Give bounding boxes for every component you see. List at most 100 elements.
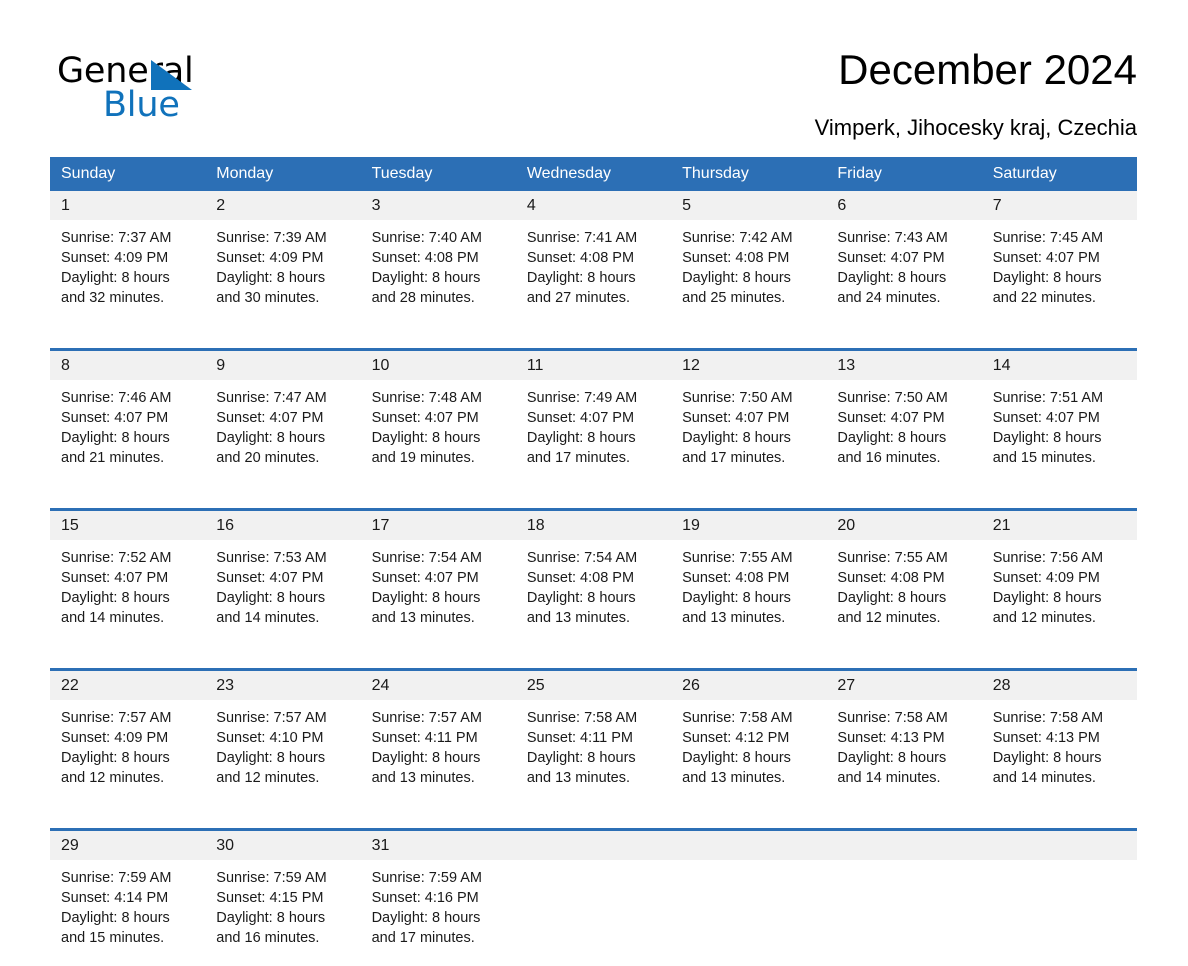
daylight-text-line2: and 32 minutes. — [61, 290, 165, 306]
day-cell[interactable]: Sunrise: 7:48 AM Sunset: 4:07 PM Dayligh… — [361, 380, 516, 486]
day-cell[interactable]: Sunrise: 7:57 AM Sunset: 4:09 PM Dayligh… — [50, 700, 205, 806]
daylight-text-line2: and 15 minutes. — [992, 450, 1096, 466]
day-cell[interactable]: Sunrise: 7:56 AM Sunset: 4:09 PM Dayligh… — [982, 540, 1137, 646]
day-cell[interactable]: Sunrise: 7:43 AM Sunset: 4:07 PM Dayligh… — [826, 220, 981, 326]
logo-text-blue: Blue — [103, 85, 180, 125]
day-cell[interactable]: Sunrise: 7:54 AM Sunset: 4:07 PM Dayligh… — [361, 540, 516, 646]
day-cell[interactable]: Sunrise: 7:58 AM Sunset: 4:12 PM Dayligh… — [671, 700, 826, 806]
day-number[interactable]: 1 — [50, 191, 206, 220]
day-cell[interactable]: Sunrise: 7:55 AM Sunset: 4:08 PM Dayligh… — [826, 540, 981, 646]
day-cell[interactable]: Sunrise: 7:52 AM Sunset: 4:07 PM Dayligh… — [50, 540, 205, 646]
day-cell[interactable]: Sunrise: 7:41 AM Sunset: 4:08 PM Dayligh… — [516, 220, 671, 326]
day-cell[interactable]: Sunrise: 7:40 AM Sunset: 4:08 PM Dayligh… — [361, 220, 516, 326]
general-blue-logo[interactable]: General Blue — [57, 52, 317, 130]
day-number[interactable]: 31 — [360, 831, 516, 860]
day-cell[interactable]: Sunrise: 7:59 AM Sunset: 4:14 PM Dayligh… — [50, 860, 205, 966]
day-cell[interactable]: Sunrise: 7:58 AM Sunset: 4:11 PM Dayligh… — [516, 700, 671, 806]
daylight-text-line2: and 27 minutes. — [526, 290, 631, 306]
day-number[interactable]: 15 — [50, 511, 206, 540]
sunset-text: Sunset: 4:07 PM — [837, 410, 945, 426]
day-number[interactable]: 11 — [515, 351, 672, 380]
day-number[interactable]: 23 — [205, 671, 361, 700]
day-cell[interactable]: Sunrise: 7:45 AM Sunset: 4:07 PM Dayligh… — [982, 220, 1137, 326]
day-number[interactable]: 14 — [981, 351, 1137, 380]
day-number[interactable]: 18 — [515, 511, 672, 540]
day-number[interactable]: 30 — [205, 831, 361, 860]
daylight-text-line2: and 17 minutes. — [682, 450, 786, 466]
day-number[interactable]: 16 — [205, 511, 361, 540]
day-cell[interactable]: Sunrise: 7:37 AM Sunset: 4:09 PM Dayligh… — [50, 220, 205, 326]
sunrise-text: Sunrise: 7:53 AM — [216, 550, 327, 566]
day-cell[interactable]: Sunrise: 7:53 AM Sunset: 4:07 PM Dayligh… — [205, 540, 360, 646]
sunrise-text: Sunrise: 7:51 AM — [992, 390, 1104, 406]
day-cell[interactable]: Sunrise: 7:58 AM Sunset: 4:13 PM Dayligh… — [826, 700, 981, 806]
day-cell[interactable]: Sunrise: 7:57 AM Sunset: 4:10 PM Dayligh… — [205, 700, 360, 806]
day-number[interactable]: 20 — [826, 511, 982, 540]
day-number[interactable]: 13 — [826, 351, 982, 380]
sunrise-text: Sunrise: 7:50 AM — [682, 390, 793, 406]
day-cell[interactable]: Sunrise: 7:50 AM Sunset: 4:07 PM Dayligh… — [826, 380, 981, 486]
day-number[interactable]: 6 — [826, 191, 982, 220]
day-number[interactable]: 2 — [205, 191, 361, 220]
calendar-body: 1 2 3 4 5 6 7 Sunrise: 7:37 AM Sunset: 4… — [50, 191, 1137, 966]
sunset-text: Sunset: 4:07 PM — [992, 410, 1100, 426]
daylight-text-line2: and 17 minutes. — [526, 450, 631, 466]
day-number[interactable]: 25 — [515, 671, 672, 700]
week-gap — [50, 806, 1137, 828]
daylight-text-line2: and 25 minutes. — [682, 290, 786, 306]
day-cell[interactable]: Sunrise: 7:59 AM Sunset: 4:15 PM Dayligh… — [205, 860, 360, 966]
daylight-text-line2: and 13 minutes. — [526, 610, 631, 626]
day-number[interactable]: 17 — [360, 511, 516, 540]
daylight-text-line2: and 19 minutes. — [371, 450, 475, 466]
day-cell[interactable]: Sunrise: 7:50 AM Sunset: 4:07 PM Dayligh… — [671, 380, 826, 486]
day-cell[interactable]: Sunrise: 7:47 AM Sunset: 4:07 PM Dayligh… — [205, 380, 360, 486]
sunrise-text: Sunrise: 7:50 AM — [837, 390, 948, 406]
day-number[interactable]: 10 — [360, 351, 516, 380]
day-number[interactable]: 4 — [515, 191, 672, 220]
day-number[interactable]: 5 — [671, 191, 827, 220]
daylight-text-line2: and 12 minutes. — [61, 770, 165, 786]
weekday-header-friday: Friday — [826, 157, 982, 191]
daylight-text-line1: Daylight: 8 hours — [992, 430, 1102, 446]
daylight-text-line2: and 16 minutes. — [216, 930, 320, 946]
day-number[interactable]: 29 — [50, 831, 206, 860]
sunrise-text: Sunrise: 7:58 AM — [837, 710, 948, 726]
day-number[interactable]: 12 — [671, 351, 827, 380]
day-number[interactable]: 21 — [981, 511, 1137, 540]
day-cell[interactable]: Sunrise: 7:51 AM Sunset: 4:07 PM Dayligh… — [982, 380, 1137, 486]
day-cell[interactable]: Sunrise: 7:39 AM Sunset: 4:09 PM Dayligh… — [205, 220, 360, 326]
day-cell[interactable]: Sunrise: 7:55 AM Sunset: 4:08 PM Dayligh… — [671, 540, 826, 646]
daylight-text-line1: Daylight: 8 hours — [216, 590, 326, 606]
daylight-text-line1: Daylight: 8 hours — [61, 910, 170, 926]
sunrise-text: Sunrise: 7:59 AM — [371, 870, 482, 886]
daylight-text-line2: and 14 minutes. — [992, 770, 1096, 786]
sunset-text: Sunset: 4:07 PM — [216, 570, 324, 586]
day-number[interactable]: 22 — [50, 671, 206, 700]
day-cell[interactable]: Sunrise: 7:49 AM Sunset: 4:07 PM Dayligh… — [516, 380, 671, 486]
daylight-text-line2: and 28 minutes. — [371, 290, 475, 306]
day-number[interactable]: 24 — [360, 671, 516, 700]
daylight-text-line1: Daylight: 8 hours — [371, 430, 481, 446]
day-number[interactable]: 9 — [205, 351, 361, 380]
day-number[interactable]: 7 — [981, 191, 1137, 220]
day-number[interactable]: 19 — [671, 511, 827, 540]
daylight-text-line1: Daylight: 8 hours — [216, 910, 326, 926]
day-number[interactable]: 26 — [671, 671, 827, 700]
week-details-row: Sunrise: 7:46 AM Sunset: 4:07 PM Dayligh… — [50, 380, 1137, 486]
sunset-text: Sunset: 4:07 PM — [371, 410, 479, 426]
daylight-text-line1: Daylight: 8 hours — [526, 430, 636, 446]
day-cell[interactable]: Sunrise: 7:58 AM Sunset: 4:13 PM Dayligh… — [982, 700, 1137, 806]
day-number[interactable]: 27 — [826, 671, 982, 700]
day-cell[interactable]: Sunrise: 7:59 AM Sunset: 4:16 PM Dayligh… — [361, 860, 516, 966]
day-cell[interactable]: Sunrise: 7:57 AM Sunset: 4:11 PM Dayligh… — [361, 700, 516, 806]
day-number[interactable]: 3 — [360, 191, 516, 220]
day-number[interactable]: 28 — [981, 671, 1137, 700]
weekday-header-row: Sunday Monday Tuesday Wednesday Thursday… — [50, 157, 1137, 191]
daylight-text-line1: Daylight: 8 hours — [216, 750, 326, 766]
day-cell[interactable]: Sunrise: 7:54 AM Sunset: 4:08 PM Dayligh… — [516, 540, 671, 646]
weekday-header-sunday: Sunday — [50, 157, 206, 191]
day-cell[interactable]: Sunrise: 7:46 AM Sunset: 4:07 PM Dayligh… — [50, 380, 205, 486]
page-title: December 2024 — [838, 46, 1137, 93]
day-cell[interactable]: Sunrise: 7:42 AM Sunset: 4:08 PM Dayligh… — [671, 220, 826, 326]
day-number[interactable]: 8 — [50, 351, 206, 380]
